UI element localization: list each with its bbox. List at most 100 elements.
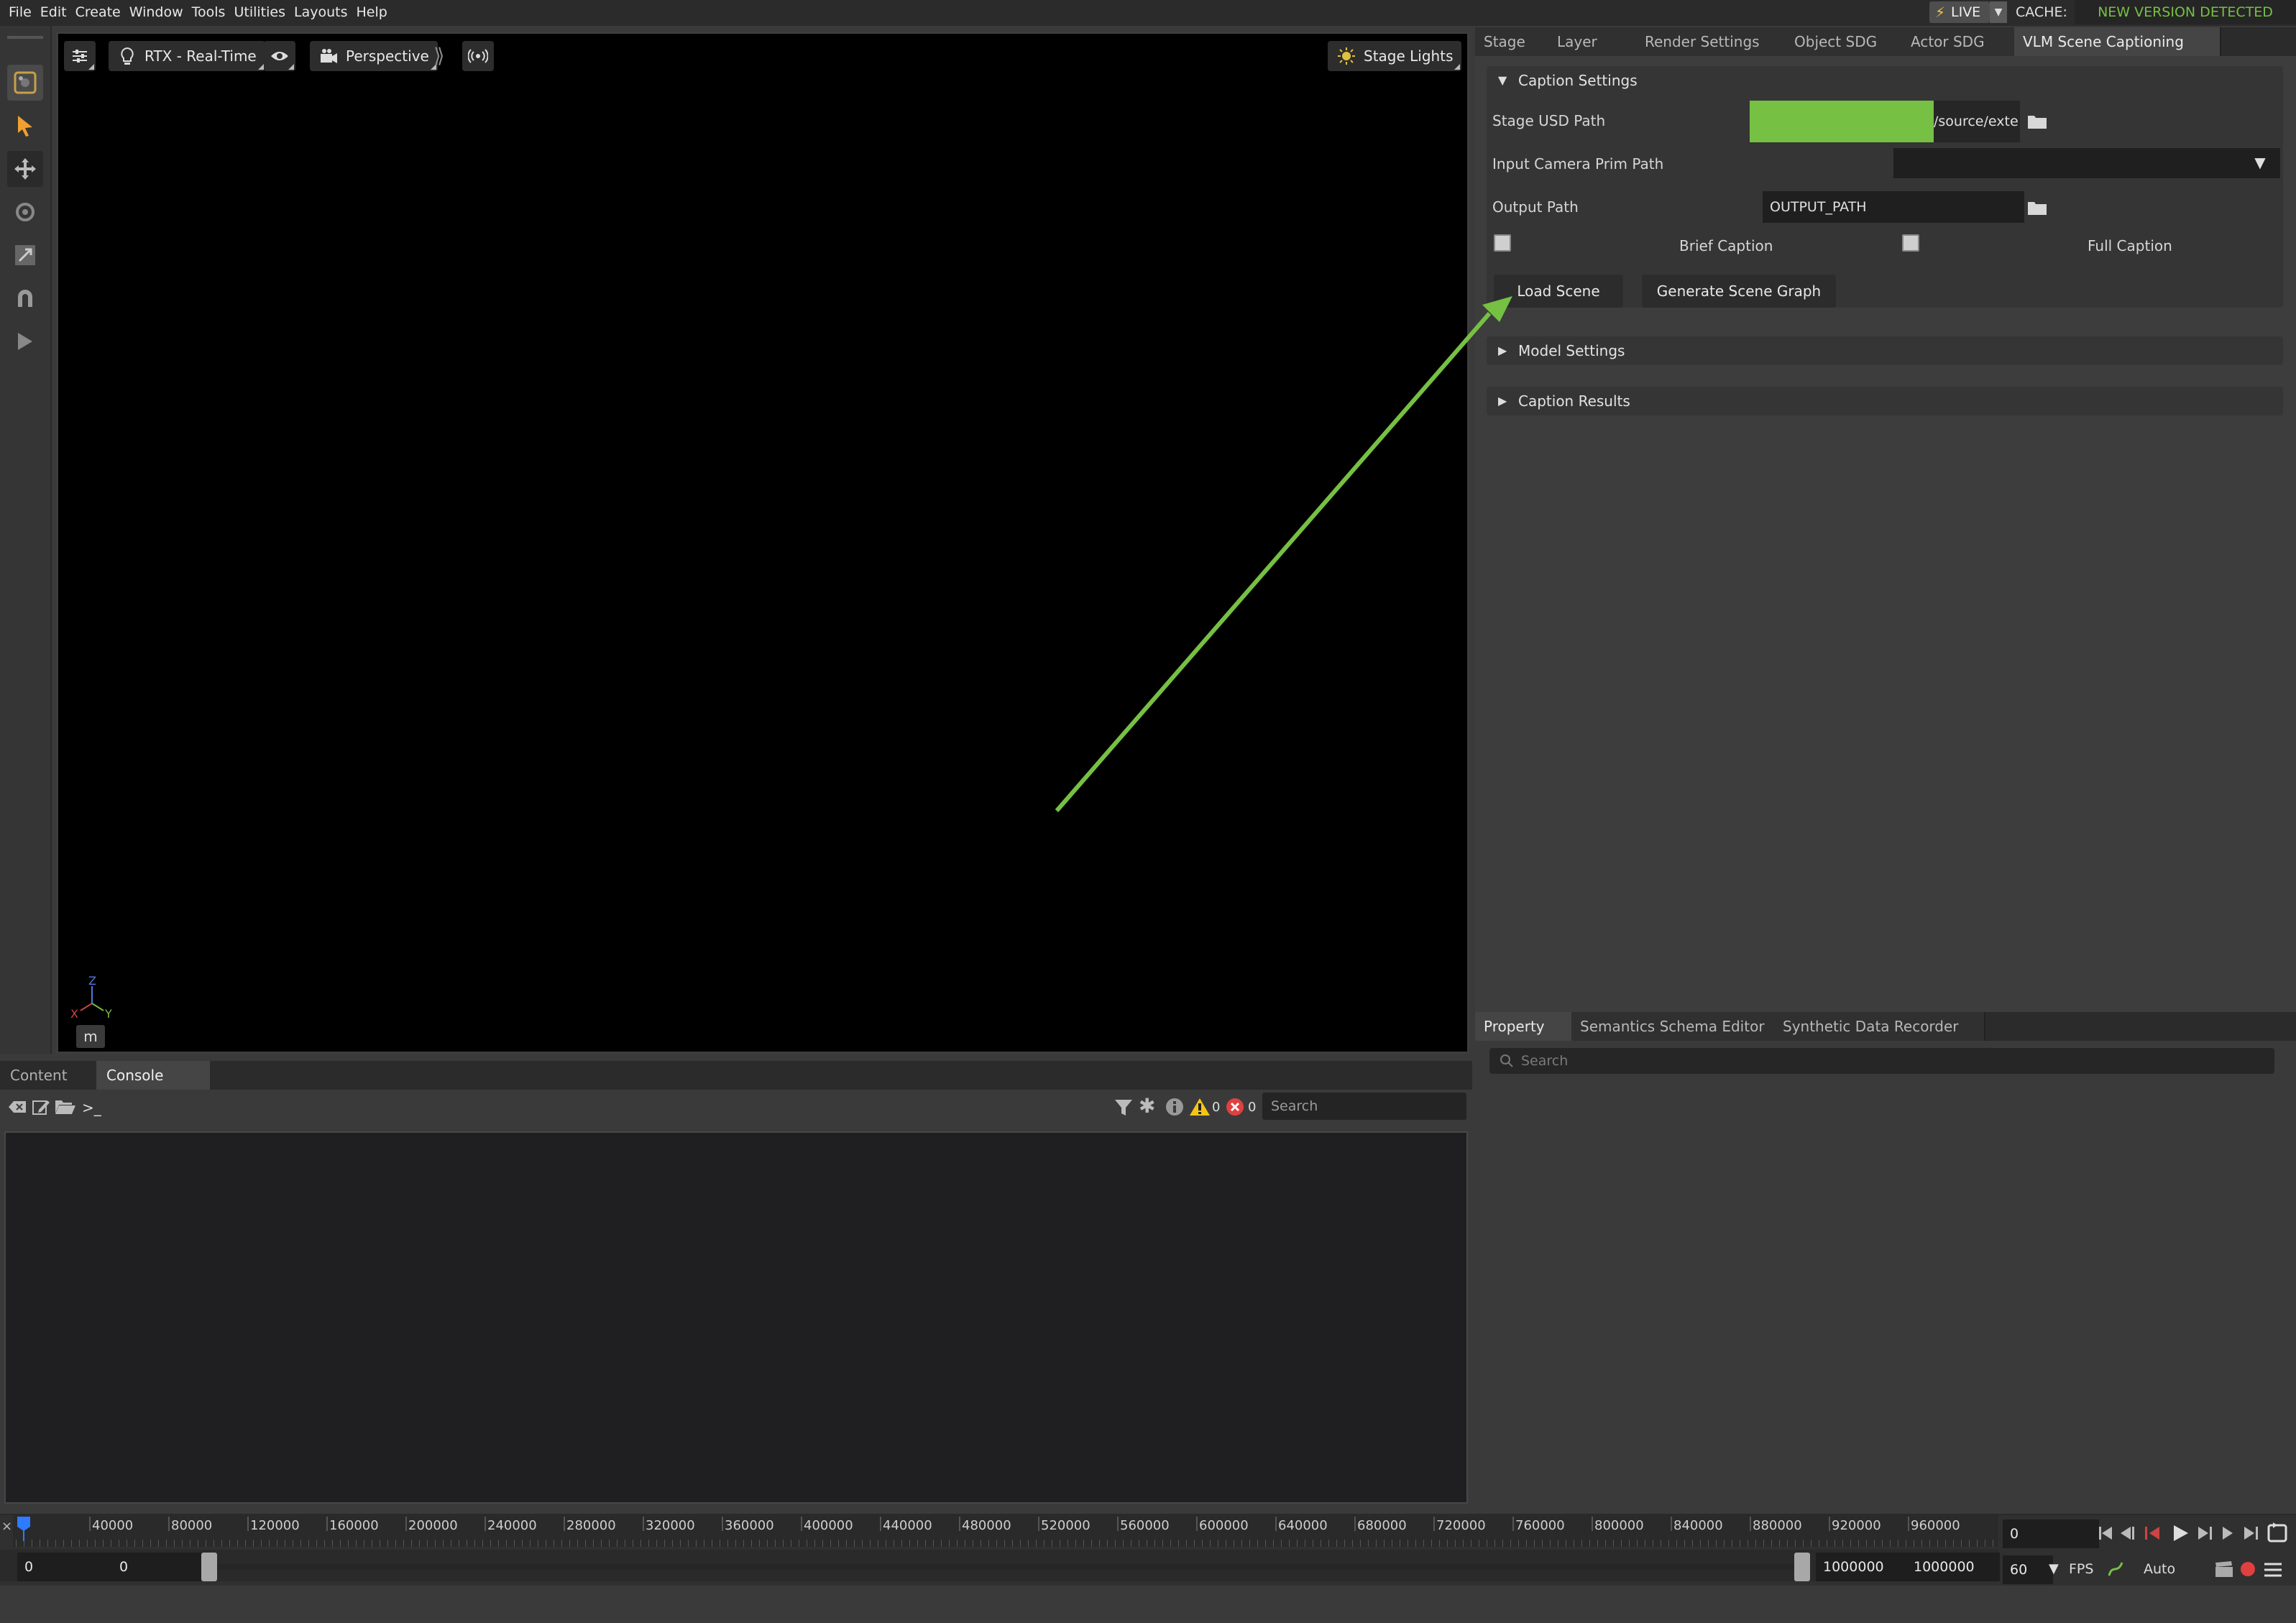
- move-icon[interactable]: [7, 151, 43, 187]
- filter-icon[interactable]: [1113, 1097, 1134, 1118]
- output-path-field[interactable]: OUTPUT_PATH: [1763, 191, 2024, 223]
- folder-icon[interactable]: [2027, 200, 2047, 216]
- tab-semantics-schema-editor[interactable]: Semantics Schema Editor: [1571, 1012, 1791, 1041]
- chevron-down-icon[interactable]: ▼: [2049, 1558, 2062, 1580]
- triangle-right-icon: ▶: [1498, 394, 1507, 408]
- playhead-marker[interactable]: [16, 1517, 32, 1541]
- menu-tools[interactable]: Tools: [192, 0, 226, 24]
- range-start-handle[interactable]: [201, 1553, 217, 1581]
- camera-button[interactable]: Perspective: [310, 41, 438, 71]
- key-curve-icon[interactable]: [2106, 1560, 2125, 1578]
- menu-create[interactable]: Create: [75, 0, 121, 24]
- right-tab-bar: Stage Layer Render Settings Object SDG A…: [1475, 27, 2296, 56]
- broadcast-button[interactable]: [462, 41, 494, 71]
- caption-settings-header[interactable]: ▼ Caption Settings: [1487, 66, 2283, 95]
- close-icon[interactable]: ×: [1, 1519, 13, 1534]
- error-icon[interactable]: [1225, 1097, 1245, 1117]
- unit-indicator[interactable]: m: [76, 1025, 105, 1048]
- terminal-icon[interactable]: >_: [82, 1097, 104, 1118]
- timeline-tick: [1512, 1517, 1514, 1531]
- timeline-ruler[interactable]: 40000 80000 120000 160000 200000 240000 280000…: [13, 1514, 1998, 1547]
- prev-key-icon[interactable]: [2121, 1527, 2134, 1540]
- clapperboard-icon[interactable]: [2214, 1560, 2234, 1578]
- brief-caption-checkbox[interactable]: [1494, 234, 1511, 252]
- info-icon[interactable]: [1165, 1097, 1185, 1117]
- clear-console-icon[interactable]: [7, 1098, 27, 1116]
- menu-help[interactable]: Help: [356, 0, 387, 24]
- next-key-icon[interactable]: [2198, 1527, 2212, 1540]
- stage-usd-field[interactable]: /source/exte: [1750, 101, 2020, 142]
- snap-icon[interactable]: [7, 280, 43, 316]
- end-inner-field[interactable]: 1000000: [1816, 1553, 1909, 1581]
- chevron-right-icon[interactable]: ⟫: [433, 41, 448, 71]
- asterisk-icon[interactable]: ✱: [1139, 1095, 1159, 1117]
- warning-icon[interactable]: [1189, 1097, 1211, 1117]
- scale-icon[interactable]: [7, 237, 43, 273]
- timeline-minor-tick: [522, 1540, 523, 1547]
- range-end-handle[interactable]: [1794, 1553, 1810, 1581]
- start-inner-field[interactable]: 0: [112, 1553, 208, 1581]
- fps-field[interactable]: 60: [2003, 1555, 2053, 1584]
- viewport-menu-button[interactable]: [64, 41, 96, 71]
- rotate-icon[interactable]: [7, 194, 43, 230]
- tab-console[interactable]: Console: [96, 1061, 210, 1090]
- live-button[interactable]: ⚡ LIVE: [1929, 1, 1990, 23]
- cache-status[interactable]: NEW VERSION DETECTED: [2075, 0, 2296, 24]
- timeline-minor-tick: [996, 1540, 997, 1547]
- current-frame-field[interactable]: 0: [2003, 1519, 2099, 1548]
- error-count: 0: [1248, 1100, 1257, 1115]
- play-button-icon[interactable]: [2174, 1525, 2188, 1541]
- range-track[interactable]: [217, 1564, 1796, 1570]
- menu-layouts[interactable]: Layouts: [294, 0, 348, 24]
- next-frame-icon[interactable]: [2223, 1527, 2233, 1540]
- open-folder-icon[interactable]: [55, 1098, 76, 1116]
- full-caption-checkbox[interactable]: [1902, 234, 1919, 252]
- select-icon[interactable]: [7, 108, 43, 144]
- timeline-minor-tick: [1755, 1540, 1756, 1547]
- menu-utilities[interactable]: Utilities: [234, 0, 285, 24]
- tab-render-settings[interactable]: Render Settings: [1636, 27, 1803, 56]
- console-search-input[interactable]: Search: [1262, 1093, 1466, 1120]
- timeline-minor-tick: [269, 1540, 270, 1547]
- first-frame-icon[interactable]: [2099, 1527, 2112, 1540]
- last-frame-icon[interactable]: [2244, 1527, 2258, 1540]
- folder-icon[interactable]: [2027, 114, 2047, 129]
- edit-icon[interactable]: [32, 1098, 50, 1116]
- record-icon[interactable]: [2238, 1560, 2257, 1578]
- timeline-minor-tick: [1581, 1540, 1582, 1547]
- tab-synthetic-data-recorder[interactable]: Synthetic Data Recorder: [1774, 1012, 1985, 1041]
- camera-prim-select[interactable]: [1893, 148, 2280, 178]
- hamburger-menu-icon[interactable]: [2263, 1561, 2283, 1578]
- start-frame-field[interactable]: 0: [17, 1553, 114, 1581]
- console-output[interactable]: [4, 1131, 1468, 1504]
- viewport[interactable]: RTX - Real-Time Perspective ⟫ Stage Ligh…: [56, 32, 1469, 1054]
- tab-actor-sdg[interactable]: Actor SDG: [1902, 27, 2031, 56]
- auto-label[interactable]: Auto: [2144, 1558, 2175, 1580]
- timeline-tick-label: 280000: [566, 1518, 616, 1533]
- timeline-tick-label: 520000: [1041, 1518, 1090, 1533]
- stage-lights-button[interactable]: Stage Lights: [1328, 41, 1462, 71]
- live-dropdown[interactable]: ▼: [1990, 1, 2007, 23]
- load-scene-button[interactable]: Load Scene: [1494, 275, 1623, 308]
- end-frame-field[interactable]: 1000000: [1906, 1553, 2000, 1581]
- renderer-button[interactable]: RTX - Real-Time: [109, 41, 265, 71]
- generate-scene-graph-button[interactable]: Generate Scene Graph: [1642, 275, 1836, 308]
- play-backward-icon[interactable]: [2145, 1527, 2159, 1540]
- menu-window[interactable]: Window: [129, 0, 183, 24]
- menu-edit[interactable]: Edit: [40, 0, 67, 24]
- property-search-input[interactable]: Search: [1489, 1048, 2274, 1074]
- loop-icon[interactable]: [2267, 1522, 2287, 1542]
- lightbulb-icon: [121, 47, 134, 65]
- timeline-tick: [247, 1517, 249, 1531]
- menu-file[interactable]: File: [9, 0, 32, 24]
- tab-object-sdg[interactable]: Object SDG: [1786, 27, 1919, 56]
- viewport-settings-icon[interactable]: [7, 65, 43, 101]
- model-settings-header[interactable]: ▶ Model Settings: [1487, 336, 2283, 365]
- timeline-minor-tick: [1447, 1540, 1448, 1547]
- play-icon[interactable]: [7, 323, 43, 359]
- visibility-button[interactable]: [264, 41, 295, 71]
- toolbar-grip[interactable]: [7, 36, 43, 39]
- caption-results-header[interactable]: ▶ Caption Results: [1487, 387, 2283, 415]
- chevron-down-icon[interactable]: ▼: [2250, 151, 2270, 174]
- tab-vlm-scene-captioning[interactable]: VLM Scene Captioning: [2014, 27, 2221, 56]
